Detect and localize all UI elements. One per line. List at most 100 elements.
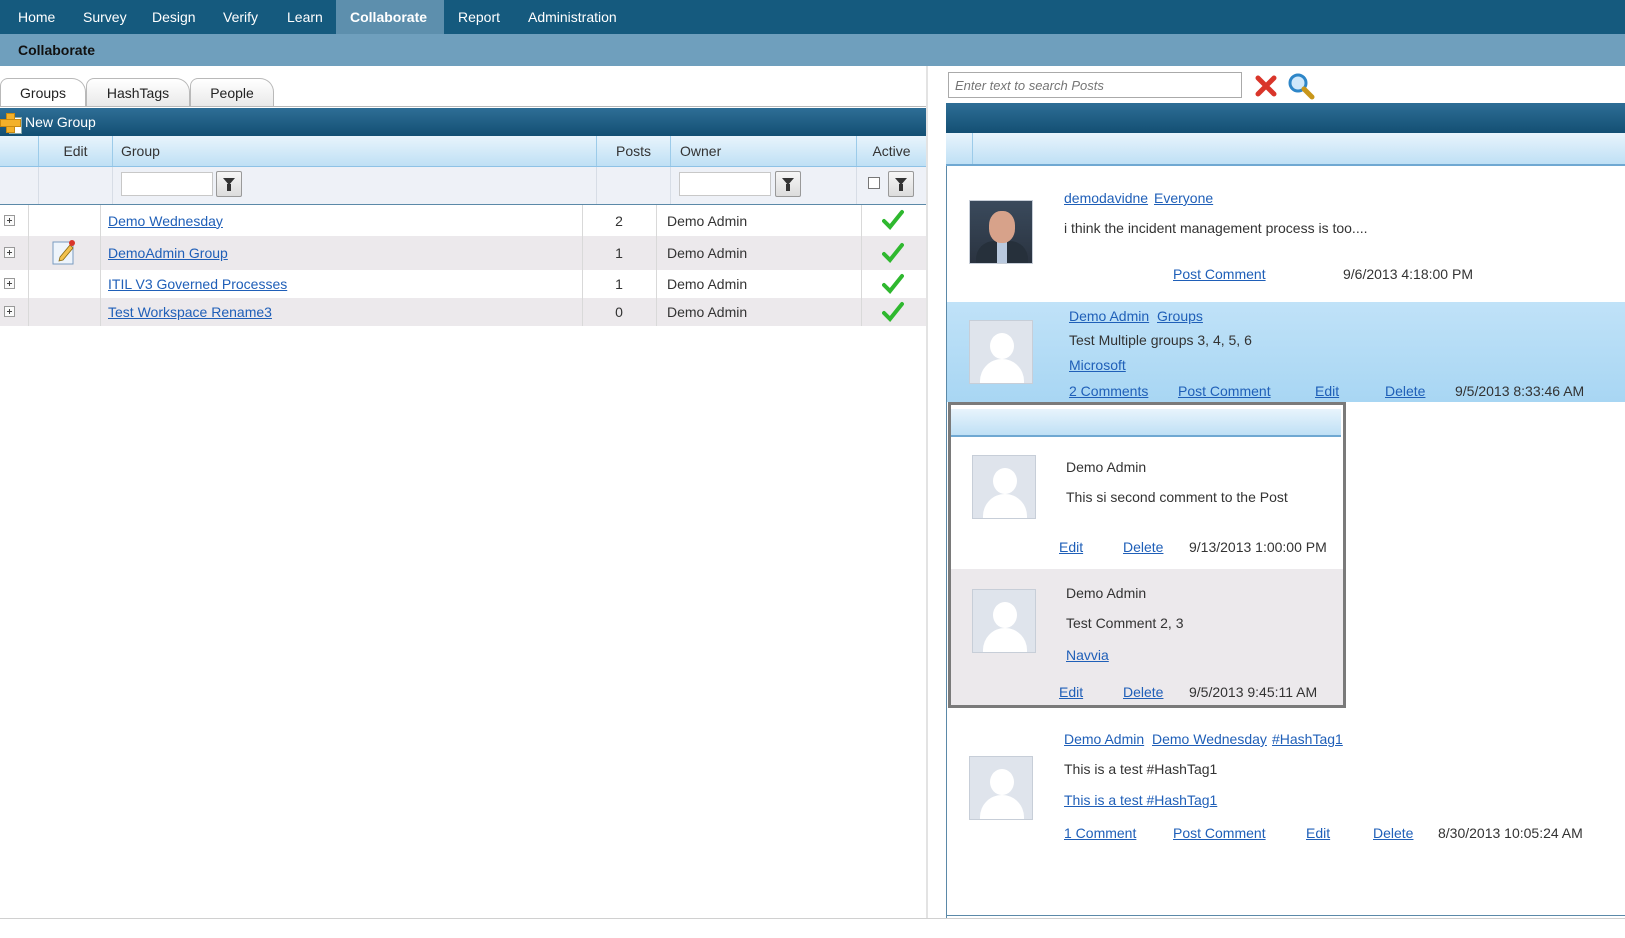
post-link[interactable]: This is a test #HashTag1 xyxy=(1064,792,1217,808)
post-delete-link[interactable]: Delete xyxy=(1373,825,1413,841)
group-link[interactable]: Test Workspace Rename3 xyxy=(108,304,272,320)
comment-tag-link[interactable]: Navvia xyxy=(1066,647,1109,663)
col-posts[interactable]: Posts xyxy=(596,136,670,166)
post-audience-link[interactable]: Groups xyxy=(1157,308,1203,324)
nav-learn[interactable]: Learn xyxy=(273,0,337,34)
owner-filter-input[interactable] xyxy=(679,172,771,196)
page-title: Collaborate xyxy=(18,42,96,58)
active-check-icon xyxy=(882,273,904,295)
author-avatar xyxy=(969,320,1033,384)
edit-pencil-icon[interactable] xyxy=(52,239,76,265)
comment-text: This si second comment to the Post xyxy=(1066,489,1288,505)
group-link[interactable]: ITIL V3 Governed Processes xyxy=(108,276,287,292)
col-active[interactable]: Active xyxy=(856,136,926,166)
post-audience-link[interactable]: Everyone xyxy=(1154,190,1213,206)
expand-row-button[interactable] xyxy=(4,278,15,289)
active-check-icon xyxy=(882,209,904,231)
active-filter-checkbox[interactable] xyxy=(868,177,880,189)
comment-item: Demo Admin Test Comment 2, 3 Navvia Edit… xyxy=(951,569,1343,705)
post-author-link[interactable]: Demo Admin xyxy=(1064,731,1144,747)
post-edit-link[interactable]: Edit xyxy=(1306,825,1330,841)
commenter-avatar xyxy=(972,589,1036,653)
author-avatar xyxy=(969,756,1033,820)
nav-verify[interactable]: Verify xyxy=(209,0,272,34)
posts-count: 1 xyxy=(615,276,623,292)
post-timestamp: 8/30/2013 10:05:24 AM xyxy=(1438,825,1583,841)
comment-author: Demo Admin xyxy=(1066,585,1147,601)
nav-report[interactable]: Report xyxy=(444,0,514,34)
comment-timestamp: 9/5/2013 9:45:11 AM xyxy=(1189,684,1318,700)
groups-panel: Groups HashTags People New Group Edit Gr… xyxy=(0,66,926,918)
add-group-icon[interactable] xyxy=(0,112,22,134)
comment-delete-link[interactable]: Delete xyxy=(1123,684,1163,700)
posts-count: 0 xyxy=(615,304,623,320)
expand-row-button[interactable] xyxy=(4,306,15,317)
post-text: i think the incident management process … xyxy=(1064,220,1368,236)
grid-header: Edit Group Posts Owner Active xyxy=(0,136,926,167)
post-author-link[interactable]: demodavidne xyxy=(1064,190,1148,206)
group-filter-input[interactable] xyxy=(121,172,213,196)
post-item: Demo Admin Groups Test Multiple groups 3… xyxy=(947,302,1625,402)
table-row: ITIL V3 Governed Processes 1 Demo Admin xyxy=(0,270,926,298)
comments-count-link[interactable]: 1 Comment xyxy=(1064,825,1136,841)
nav-home[interactable]: Home xyxy=(4,0,69,34)
tab-divider xyxy=(0,106,926,107)
post-comment-link[interactable]: Post Comment xyxy=(1173,825,1266,841)
group-link[interactable]: DemoAdmin Group xyxy=(108,245,228,261)
tab-people[interactable]: People xyxy=(190,78,274,106)
posts-count: 1 xyxy=(615,245,623,261)
post-author-link[interactable]: Demo Admin xyxy=(1069,308,1149,324)
comment-timestamp: 9/13/2013 1:00:00 PM xyxy=(1189,539,1327,555)
filter-row xyxy=(0,167,926,205)
comment-delete-link[interactable]: Delete xyxy=(1123,539,1163,555)
expand-row-button[interactable] xyxy=(4,247,15,258)
table-row: Test Workspace Rename3 0 Demo Admin xyxy=(0,298,926,326)
tab-hashtags[interactable]: HashTags xyxy=(86,78,190,106)
post-text: This is a test #HashTag1 xyxy=(1064,761,1218,777)
active-check-icon xyxy=(882,301,904,323)
post-audience-link[interactable]: Demo Wednesday xyxy=(1152,731,1267,747)
comments-count-link[interactable]: 2 Comments xyxy=(1069,383,1148,399)
tab-groups[interactable]: Groups xyxy=(0,78,86,107)
post-item: Demo Admin Demo Wednesday #HashTag1 This… xyxy=(947,722,1625,902)
post-timestamp: 9/5/2013 8:33:46 AM xyxy=(1455,383,1585,399)
col-owner[interactable]: Owner xyxy=(670,136,856,166)
owner-filter-button[interactable] xyxy=(775,171,801,197)
comment-item: Demo Admin This si second comment to the… xyxy=(951,439,1343,569)
post-timestamp: 9/6/2013 4:18:00 PM xyxy=(1343,266,1473,282)
post-comment-link[interactable]: Post Comment xyxy=(1173,266,1266,282)
top-nav: Home Survey Design Verify Learn Collabor… xyxy=(0,0,1625,34)
post-tag-link[interactable]: Microsoft xyxy=(1069,357,1126,373)
post-text: Test Multiple groups 3, 4, 5, 6 xyxy=(1069,332,1252,348)
comment-author: Demo Admin xyxy=(1066,459,1147,475)
search-posts-input[interactable] xyxy=(948,72,1242,98)
col-group[interactable]: Group xyxy=(112,136,596,166)
nav-survey[interactable]: Survey xyxy=(69,0,141,34)
posts-panel: demodavidne Everyone i think the inciden… xyxy=(944,66,1625,918)
clear-search-icon[interactable] xyxy=(1254,74,1278,98)
post-comment-link[interactable]: Post Comment xyxy=(1178,383,1271,399)
post-hashtag-link[interactable]: #HashTag1 xyxy=(1272,731,1343,747)
posts-subheader xyxy=(946,133,1625,166)
post-delete-link[interactable]: Delete xyxy=(1385,383,1425,399)
active-check-icon xyxy=(882,242,904,264)
owner-name: Demo Admin xyxy=(667,304,748,320)
search-icon[interactable] xyxy=(1287,72,1315,100)
expand-row-button[interactable] xyxy=(4,215,15,226)
new-group-button[interactable]: New Group xyxy=(25,108,96,136)
nav-administration[interactable]: Administration xyxy=(514,0,631,34)
active-filter-button[interactable] xyxy=(888,171,914,197)
posts-count: 2 xyxy=(615,212,623,229)
table-row: Demo Wednesday 2 Demo Admin xyxy=(0,205,926,236)
group-link[interactable]: Demo Wednesday xyxy=(108,213,223,229)
group-filter-button[interactable] xyxy=(216,171,242,197)
comment-edit-link[interactable]: Edit xyxy=(1059,684,1083,700)
nav-collaborate[interactable]: Collaborate xyxy=(336,0,444,34)
comment-edit-link[interactable]: Edit xyxy=(1059,539,1083,555)
nav-design[interactable]: Design xyxy=(138,0,210,34)
commenter-avatar xyxy=(972,455,1036,519)
owner-name: Demo Admin xyxy=(667,276,748,292)
post-edit-link[interactable]: Edit xyxy=(1315,383,1339,399)
panel-divider[interactable] xyxy=(926,66,928,918)
comments-panel: Demo Admin This si second comment to the… xyxy=(948,402,1346,708)
